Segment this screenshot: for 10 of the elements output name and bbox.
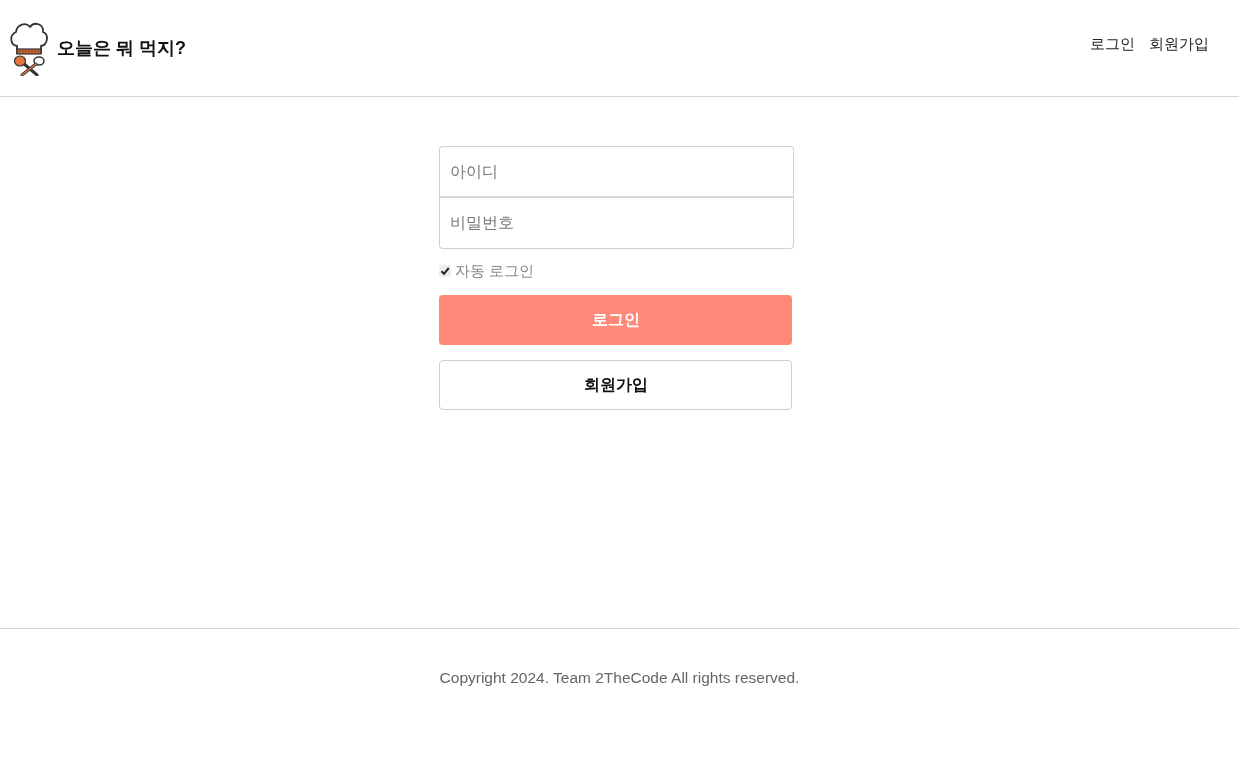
login-link[interactable]: 로그인	[1090, 34, 1135, 54]
signup-button[interactable]: 회원가입	[439, 360, 792, 410]
site-title: 오늘은 뭐 먹지?	[57, 37, 186, 60]
copyright-text: Copyright 2024. Team 2TheCode All rights reserved.	[439, 669, 800, 688]
auto-login-label: 자동 로그인	[455, 261, 535, 281]
id-input-field[interactable]: 아이디	[439, 146, 794, 198]
auto-login-checkbox[interactable]	[439, 265, 451, 277]
password-input-field[interactable]: 비밀번호	[439, 198, 794, 249]
chef-hat-utensils-icon	[9, 20, 49, 76]
signup-link[interactable]: 회원가입	[1149, 34, 1209, 54]
